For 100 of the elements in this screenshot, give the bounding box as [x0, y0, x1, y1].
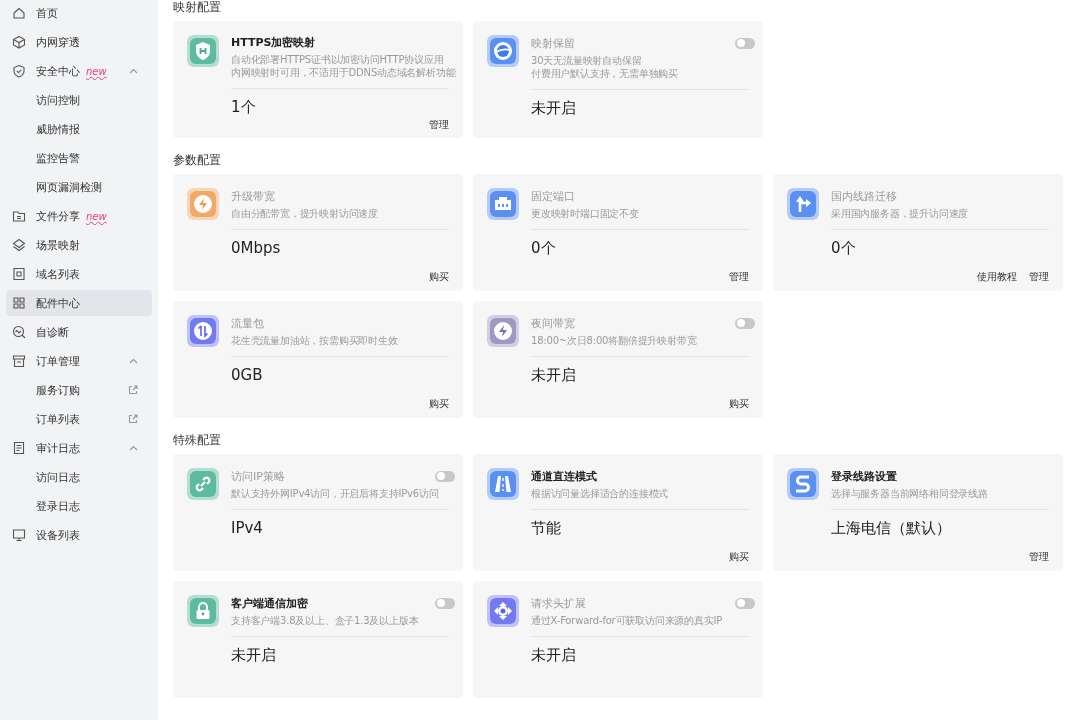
- planet-icon: [487, 35, 519, 67]
- action-link[interactable]: 管理: [429, 118, 449, 132]
- toggle-switch[interactable]: [735, 37, 755, 49]
- card-description: 默认支持外网IPv4访问，开启后将支持IPv6访问: [231, 487, 440, 500]
- action-link[interactable]: 管理: [1029, 550, 1049, 564]
- sidebar-item[interactable]: 安全中心 new: [6, 58, 152, 84]
- sidebar-subitem[interactable]: 监控告警: [6, 145, 152, 171]
- card-title: 客户端通信加密: [231, 595, 309, 611]
- card-title: 通道直连模式: [531, 468, 598, 484]
- section-title: 映射配置: [173, 0, 222, 16]
- sidebar-item[interactable]: 内网穿透: [6, 29, 152, 55]
- card-description: 根据访问量选择适合的连接模式: [531, 487, 670, 500]
- sidebar-item[interactable]: 自诊断: [6, 319, 152, 345]
- section-title: 参数配置: [173, 152, 222, 169]
- action-link[interactable]: 购买: [729, 397, 749, 411]
- sidebar-subitem[interactable]: 网页漏洞检测: [6, 174, 152, 200]
- turn-arrow-icon: [787, 188, 819, 220]
- card-description: 通过X-Forward-for可获取访问来源的真实IP: [531, 614, 724, 627]
- card-title: 流量包: [231, 315, 265, 331]
- card-title: HTTPS加密映射: [231, 35, 317, 50]
- link-icon: [187, 468, 219, 500]
- lightning-icon: [487, 315, 519, 347]
- four-way-arrows-icon: [487, 595, 519, 627]
- card-description: 采用国内服务器，提升访问速度: [831, 207, 970, 220]
- card-value: 0个: [831, 238, 857, 259]
- card-description: 18:00~次日8:00将翻倍提升映射带宽: [531, 334, 698, 347]
- card-value: 上海电信（默认）: [831, 518, 952, 539]
- frame-icon: [12, 267, 26, 281]
- card-description: 更改映射时端口固定不变: [531, 207, 640, 220]
- card-value: 未开启: [231, 645, 277, 666]
- chevron-icon[interactable]: [129, 358, 138, 364]
- section-title: 特殊配置: [173, 432, 222, 449]
- sidebar-subitem[interactable]: 订单列表: [6, 406, 152, 432]
- card-title: 访问IP策略: [231, 468, 286, 484]
- card-value: 未开启: [531, 98, 577, 119]
- action-link[interactable]: 购买: [429, 270, 449, 284]
- card-description: 选择与服务器当前网络相同登录线路: [831, 487, 989, 500]
- card-value: 节能: [531, 518, 562, 539]
- card-value: 0个: [531, 238, 557, 259]
- card-title: 国内线路迁移: [831, 188, 898, 204]
- action-link[interactable]: 购买: [429, 397, 449, 411]
- layers-icon: [12, 238, 26, 252]
- toggle-switch[interactable]: [735, 317, 755, 329]
- sidebar-subitem[interactable]: 登录日志: [6, 493, 152, 519]
- action-link[interactable]: 使用教程: [977, 270, 1017, 284]
- sidebar-item[interactable]: 场景映射: [6, 232, 152, 258]
- port-icon: [487, 188, 519, 220]
- card-title: 登录线路设置: [831, 468, 898, 484]
- action-link[interactable]: 管理: [1029, 270, 1049, 284]
- sidebar-item[interactable]: 审计日志: [6, 435, 152, 461]
- lightning-icon: [187, 188, 219, 220]
- document-icon: [12, 441, 26, 455]
- sidebar-item[interactable]: 订单管理: [6, 348, 152, 374]
- sidebar-subitem[interactable]: 威胁情报: [6, 116, 152, 142]
- sidebar-subitem[interactable]: 访问控制: [6, 87, 152, 113]
- sidebar-item[interactable]: 首页: [6, 0, 152, 26]
- card-value: IPv4: [231, 518, 264, 539]
- sidebar-subitem[interactable]: 服务订购: [6, 377, 152, 403]
- new-label: new: [86, 65, 107, 77]
- card-title: 请求头扩展: [531, 595, 587, 611]
- new-label: new: [86, 210, 107, 222]
- sidebar-subitem[interactable]: 访问日志: [6, 464, 152, 490]
- card-description: 内网映射时可用，不适用于DDNS动态域名解析功能: [231, 66, 455, 79]
- action-link[interactable]: 管理: [729, 270, 749, 284]
- toggle-switch[interactable]: [435, 470, 455, 482]
- sidebar-item[interactable]: 文件分享 new: [6, 203, 152, 229]
- cube-icon: [12, 35, 26, 49]
- card-description: 花生壳流量加油站，按需购买即时生效: [231, 334, 399, 347]
- shield-icon: [12, 64, 26, 78]
- card-description: 自由分配带宽，提升映射访问速度: [231, 207, 379, 220]
- action-link[interactable]: 购买: [729, 550, 749, 564]
- card-title: 夜间带宽: [531, 315, 576, 331]
- diagnosis-icon: [12, 325, 26, 339]
- toggle-switch[interactable]: [435, 597, 455, 609]
- sidebar-item[interactable]: 配件中心: [6, 290, 152, 316]
- chevron-icon[interactable]: [129, 445, 138, 451]
- card-title: 映射保留: [531, 35, 576, 51]
- monitor-icon: [12, 528, 26, 542]
- toggle-switch[interactable]: [735, 597, 755, 609]
- chevron-icon[interactable]: [129, 68, 138, 74]
- sidebar-item[interactable]: 域名列表: [6, 261, 152, 287]
- shield-icon: [187, 35, 219, 67]
- grid-icon: [12, 296, 26, 310]
- card-description: 支持客户端3.8及以上、盒子1.3及以上版本: [231, 614, 420, 627]
- lock-icon: [187, 595, 219, 627]
- card-title: 固定端口: [531, 188, 576, 204]
- card-description: 自动化部署HTTPS证书以加密访问HTTP协议应用: [231, 53, 445, 66]
- card-value: 未开启: [531, 645, 577, 666]
- folder-icon: [12, 209, 26, 223]
- swap-arrows-icon: [187, 315, 219, 347]
- route-icon: [787, 468, 819, 500]
- card-value: 未开启: [531, 365, 577, 386]
- card-value: 0Mbps: [231, 238, 282, 259]
- road-icon: [487, 468, 519, 500]
- home-icon: [12, 6, 26, 20]
- sidebar-item[interactable]: 设备列表: [6, 522, 152, 548]
- card-description: 付费用户默认支持，无需单独购买: [531, 67, 679, 80]
- card-description: 30天无流量映射自动保留: [531, 54, 643, 67]
- card-value: 0GB: [231, 365, 264, 386]
- card-title: 升级带宽: [231, 188, 276, 204]
